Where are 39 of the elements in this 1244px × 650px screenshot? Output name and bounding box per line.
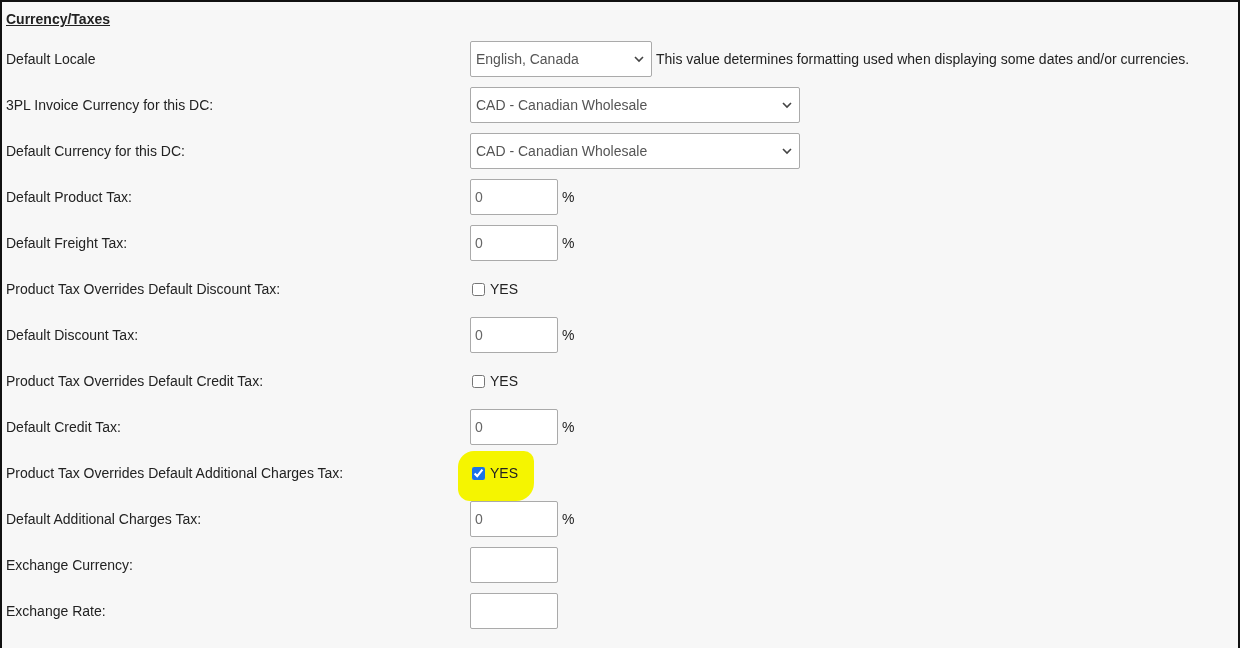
- percent-unit: %: [562, 327, 575, 343]
- field-label: Product Tax Overrides Default Additional Charges Tax:: [5, 465, 345, 481]
- checkbox-label: YES: [490, 465, 518, 481]
- section-title: Currency/Taxes: [6, 11, 110, 27]
- percent-unit: %: [562, 511, 575, 527]
- input-field[interactable]: 0: [470, 501, 558, 537]
- chevron-down-icon: [781, 99, 793, 111]
- field-label: 3PL Invoice Currency for this DC:: [5, 97, 215, 113]
- input-field[interactable]: 0: [470, 179, 558, 215]
- dropdown[interactable]: CAD - Canadian Wholesale: [470, 87, 800, 123]
- chevron-down-icon: [781, 145, 793, 157]
- checkbox[interactable]: [472, 282, 485, 296]
- checkbox[interactable]: [472, 374, 485, 388]
- input-field[interactable]: 0: [470, 225, 558, 261]
- field-label: Default Locale: [5, 51, 97, 67]
- input-field[interactable]: 0: [470, 409, 558, 445]
- field-label: Default Credit Tax:: [5, 419, 122, 435]
- field-label: Exchange Currency:: [5, 557, 134, 573]
- field-label: Exchange Rate:: [5, 603, 107, 619]
- field-label: Product Tax Overrides Default Credit Tax:: [5, 373, 265, 389]
- percent-unit: %: [562, 419, 575, 435]
- field-label: Product Tax Overrides Default Discount Tax:: [5, 281, 282, 297]
- field-label: Default Freight Tax:: [5, 235, 129, 251]
- checkbox-label: YES: [490, 281, 518, 297]
- field-label: Default Discount Tax:: [5, 327, 140, 343]
- percent-unit: %: [562, 189, 575, 205]
- input-field[interactable]: 0: [470, 317, 558, 353]
- field-label: Default Product Tax:: [5, 189, 133, 205]
- checkbox-label: YES: [490, 373, 518, 389]
- field-label: Default Currency for this DC:: [5, 143, 186, 159]
- chevron-down-icon: [633, 53, 645, 65]
- help-text: This value determines formatting used when displaying some dates and/or currencies.: [656, 51, 1190, 67]
- checkbox[interactable]: [472, 466, 485, 480]
- field-label: Default Additional Charges Tax:: [5, 511, 203, 527]
- dropdown[interactable]: CAD - Canadian Wholesale: [470, 133, 800, 169]
- input-field[interactable]: [470, 547, 558, 583]
- input-field[interactable]: [470, 593, 558, 629]
- percent-unit: %: [562, 235, 575, 251]
- dropdown[interactable]: English, Canada: [470, 41, 652, 77]
